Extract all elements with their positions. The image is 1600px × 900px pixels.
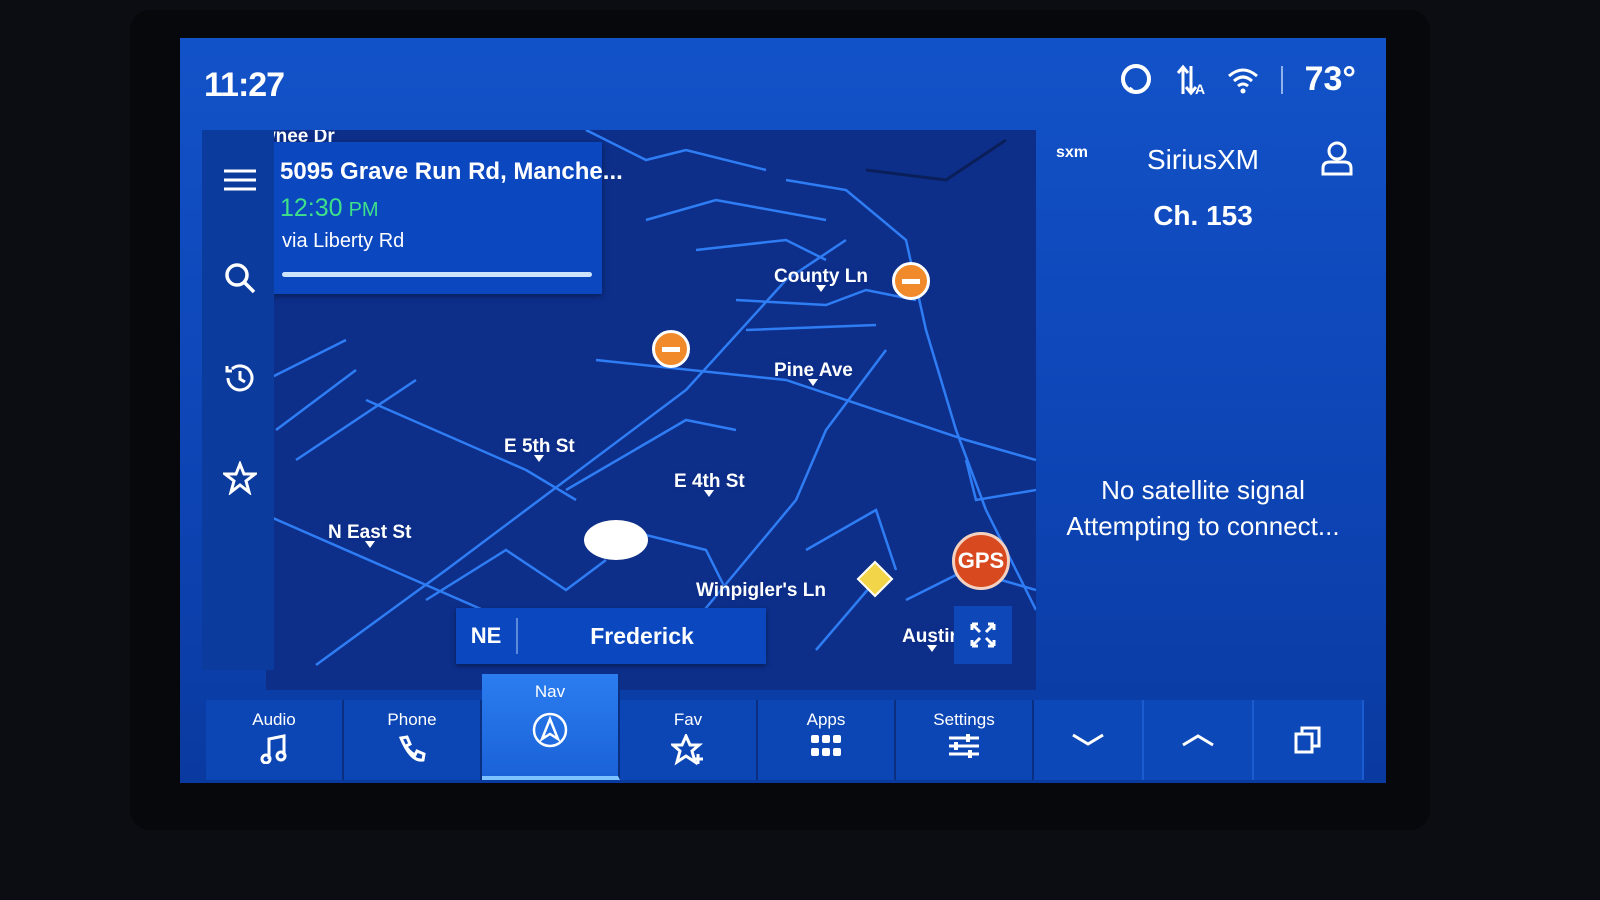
- street-label: Austin: [902, 626, 962, 652]
- tab-phone[interactable]: Phone: [344, 700, 482, 780]
- route-progress-bar: [282, 272, 592, 277]
- signal-message: No satellite signal Attempting to connec…: [1038, 472, 1368, 544]
- vehicle-position-marker: [584, 520, 648, 560]
- tab-label: Fav: [673, 710, 703, 729]
- current-city: Frederick: [590, 622, 694, 649]
- windows-icon: [1294, 726, 1321, 754]
- nav-sidebar: [202, 130, 274, 670]
- tab-nav[interactable]: Nav: [482, 674, 620, 780]
- channel-number: Ch. 153: [1153, 200, 1253, 231]
- road-closure-icon[interactable]: [892, 262, 930, 300]
- search-icon: [225, 263, 256, 294]
- recent-button[interactable]: [218, 356, 262, 400]
- eta: 12:30 PM: [280, 194, 379, 223]
- street-label: E 5th St: [504, 436, 575, 462]
- eta-time: 12:30: [280, 194, 343, 222]
- clock: 11:27: [204, 66, 285, 104]
- tab-label: Apps: [806, 710, 846, 729]
- street-label: Winpigler's Ln: [696, 580, 826, 601]
- split-screen-button[interactable]: [1254, 700, 1364, 780]
- street-label: N East St: [328, 522, 412, 548]
- navigation-arrow-icon: [532, 712, 568, 748]
- tab-settings[interactable]: Settings: [896, 700, 1034, 780]
- route-card[interactable]: 5095 Grave Run Rd, Manche... 12:30 PM via…: [270, 142, 623, 294]
- tab-fav[interactable]: Fav: [620, 700, 758, 780]
- eta-ampm: PM: [348, 199, 379, 221]
- tab-label: Audio: [252, 710, 296, 729]
- menu-icon: [224, 169, 256, 191]
- heading-city-bar: NE Frederick: [456, 608, 766, 664]
- tab-apps[interactable]: Apps: [758, 700, 896, 780]
- street-label: County Ln: [774, 266, 868, 292]
- chevron-up-icon: [1182, 734, 1214, 747]
- svg-text:A: A: [1195, 81, 1205, 96]
- music-note-icon: [260, 734, 287, 764]
- road-closure-icon[interactable]: [652, 330, 690, 368]
- data-transfer-icon: A: [1176, 64, 1205, 96]
- bottom-nav-bar: Audio Phone Nav Fav Apps Settings: [206, 674, 1366, 780]
- menu-button[interactable]: [218, 158, 262, 202]
- expand-map-button[interactable]: [954, 606, 1012, 664]
- recent-history-icon: [225, 364, 254, 392]
- search-button[interactable]: [218, 256, 262, 300]
- chevron-down-icon: [1072, 733, 1104, 746]
- status-bar: 11:27 A 73°: [180, 38, 1386, 130]
- gps-badge-text: GPS: [957, 548, 1005, 573]
- street-label: Pine Ave: [774, 360, 853, 386]
- media-panel: sxm SiriusXM Ch. 153 No satellite signal…: [1038, 130, 1368, 690]
- sliders-icon: [949, 734, 979, 758]
- infotainment-screen: 11:27 A 73° Shawnee Dr Coun: [180, 38, 1386, 783]
- status-divider: [1280, 65, 1283, 94]
- profile-icon[interactable]: [1320, 140, 1354, 176]
- expand-icon: [970, 622, 996, 648]
- star-plus-icon: [671, 734, 704, 766]
- favorites-star-icon: [223, 461, 257, 495]
- route-via: via Liberty Rd: [282, 230, 405, 252]
- tab-label: Nav: [534, 682, 566, 701]
- scroll-down-button[interactable]: [1034, 700, 1144, 780]
- favorites-button[interactable]: [218, 456, 262, 500]
- alexa-ring-icon[interactable]: [1119, 63, 1153, 97]
- apps-grid-icon: [811, 735, 841, 756]
- signal-status: No satellite signal: [1101, 475, 1305, 505]
- media-source: SiriusXM: [1146, 144, 1259, 175]
- scroll-up-button[interactable]: [1144, 700, 1254, 780]
- street-label: E 4th St: [674, 471, 745, 497]
- tab-label: Settings: [933, 710, 995, 729]
- gps-no-signal-badge: GPS: [952, 532, 1010, 590]
- connect-status: Attempting to connect...: [1066, 511, 1340, 541]
- destination-address: 5095 Grave Run Rd, Manche...: [280, 158, 623, 185]
- compass-heading: NE: [456, 618, 518, 654]
- outside-temperature: 73°: [1304, 60, 1356, 98]
- phone-icon: [398, 735, 426, 762]
- tab-audio[interactable]: Audio: [206, 700, 344, 780]
- tab-label: Phone: [387, 710, 437, 729]
- wifi-icon: [1227, 68, 1258, 93]
